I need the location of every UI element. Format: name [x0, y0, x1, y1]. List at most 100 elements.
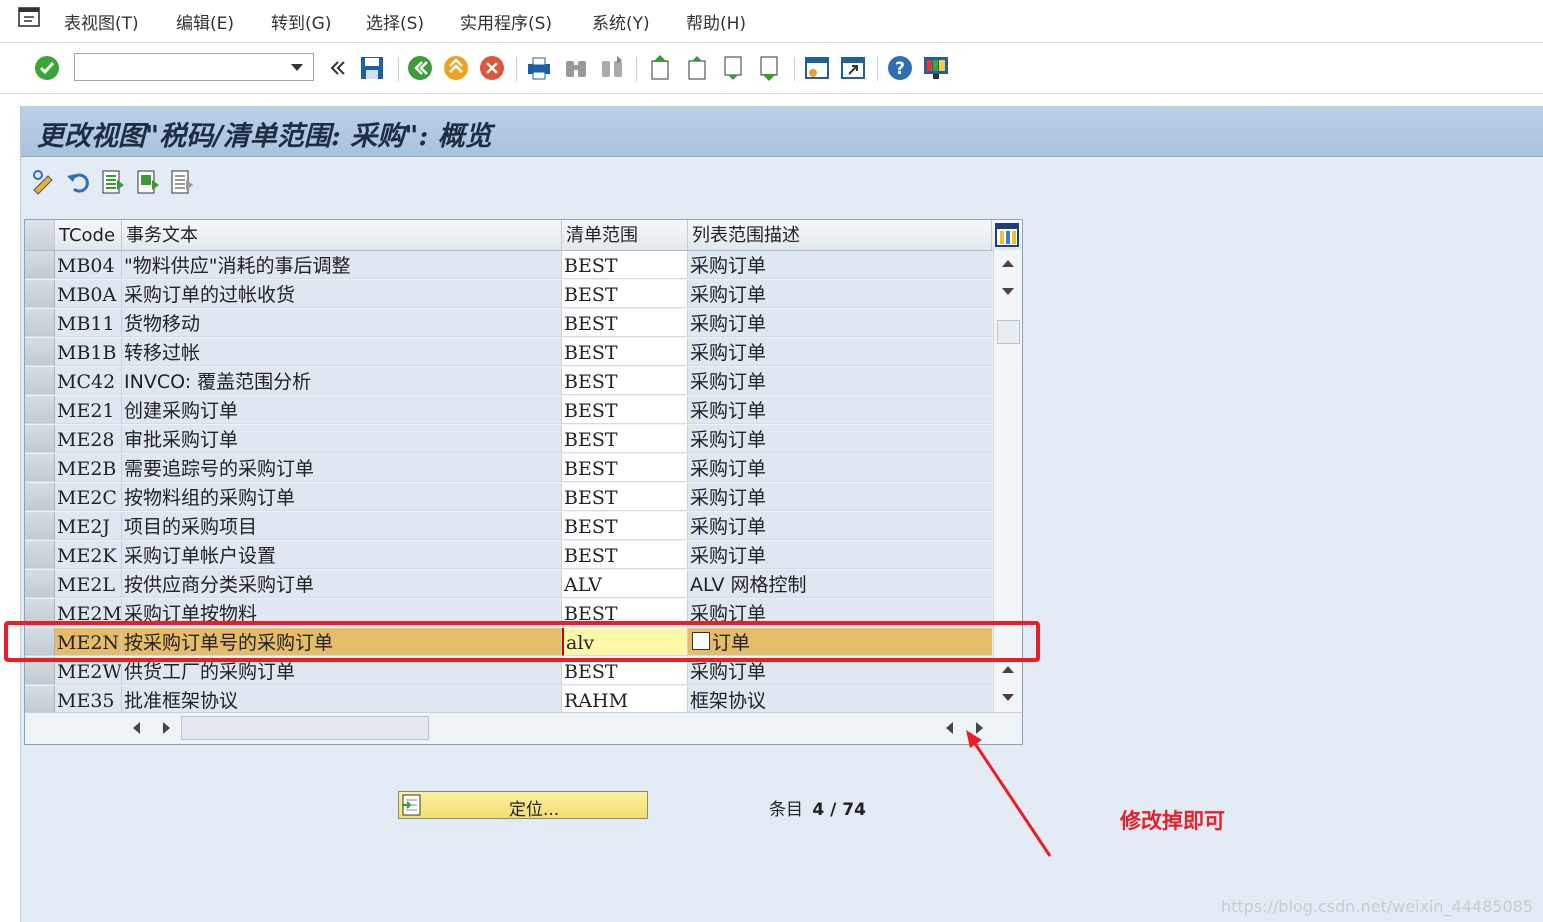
menu-help[interactable]: 帮助(H): [686, 9, 746, 34]
cell-tcode: ME2L: [55, 570, 122, 598]
menu-selection[interactable]: 选择(S): [366, 9, 424, 34]
row-selector[interactable]: [25, 512, 55, 540]
position-button[interactable]: 定位...: [398, 791, 648, 820]
scroll-page-up-icon[interactable]: [1002, 666, 1014, 673]
command-field[interactable]: [74, 53, 314, 81]
svg-text:?: ?: [895, 59, 905, 79]
cell-text: "物料供应"消耗的事后调整: [122, 251, 562, 279]
row-selector[interactable]: [25, 280, 55, 308]
shortcut-icon[interactable]: [838, 53, 868, 83]
cell-scope-input[interactable]: BEST: [562, 367, 688, 395]
cancel-icon[interactable]: [477, 53, 507, 83]
help-icon[interactable]: ?: [885, 53, 915, 83]
cell-scope-input[interactable]: BEST: [562, 338, 688, 366]
find-icon[interactable]: [561, 53, 591, 83]
cell-text: 采购订单的过帐收货: [122, 280, 562, 308]
cell-text: 创建采购订单: [122, 396, 562, 424]
cell-scope-input[interactable]: BEST: [562, 309, 688, 337]
system-menu-icon[interactable]: [18, 6, 44, 28]
cell-scope-input[interactable]: BEST: [562, 541, 688, 569]
table-row[interactable]: ME2L 按供应商分类采购订单 ALV ALV 网格控制: [25, 570, 992, 599]
entry-label: 条目: [769, 800, 803, 820]
horizontal-scroll-thumb[interactable]: [181, 716, 429, 740]
cell-text: 按物料组的采购订单: [122, 483, 562, 511]
back-green-icon[interactable]: [405, 53, 435, 83]
menu-edit[interactable]: 编辑(E): [176, 9, 234, 34]
menu-system[interactable]: 系统(Y): [592, 9, 650, 34]
scroll-down-icon[interactable]: [1002, 288, 1014, 295]
deselect-all-icon[interactable]: [168, 168, 196, 196]
row-selector[interactable]: [25, 686, 55, 714]
row-selector[interactable]: [25, 541, 55, 569]
cell-scope-input[interactable]: RAHM: [562, 686, 688, 714]
table-row[interactable]: MB1B 转移过帐 BEST 采购订单: [25, 338, 992, 367]
chevron-down-icon[interactable]: [291, 64, 303, 71]
annotation-highlight-box: [4, 621, 1040, 662]
table-row[interactable]: ME21 创建采购订单 BEST 采购订单: [25, 396, 992, 425]
table-row[interactable]: ME2B 需要追踪号的采购订单 BEST 采购订单: [25, 454, 992, 483]
row-selector[interactable]: [25, 251, 55, 279]
table-row[interactable]: ME2C 按物料组的采购订单 BEST 采购订单: [25, 483, 992, 512]
menu-table-view[interactable]: 表视图(T): [64, 9, 139, 34]
display-change-icon[interactable]: [31, 168, 59, 196]
next-page-icon[interactable]: [718, 53, 748, 83]
scroll-left-end-icon[interactable]: [946, 722, 953, 734]
horizontal-scrollbar[interactable]: [25, 712, 1022, 743]
row-selector[interactable]: [25, 396, 55, 424]
row-selector[interactable]: [25, 338, 55, 366]
menu-utilities[interactable]: 实用程序(S): [460, 9, 552, 34]
table-row[interactable]: MB0A 采购订单的过帐收货 BEST 采购订单: [25, 280, 992, 309]
scroll-thumb[interactable]: [997, 320, 1020, 344]
cell-desc-text: 采购订单: [690, 255, 767, 277]
cell-scope-input[interactable]: BEST: [562, 425, 688, 453]
row-selector[interactable]: [25, 454, 55, 482]
create-session-icon[interactable]: [802, 53, 832, 83]
cell-scope-input[interactable]: BEST: [562, 280, 688, 308]
cell-scope-input[interactable]: BEST: [562, 512, 688, 540]
table-row[interactable]: MC42 INVCO: 覆盖范围分析 BEST 采购订单: [25, 367, 992, 396]
menu-goto[interactable]: 转到(G): [271, 9, 331, 34]
cell-scope-input[interactable]: BEST: [562, 483, 688, 511]
last-page-icon[interactable]: [754, 53, 784, 83]
scroll-up-icon[interactable]: [1002, 260, 1014, 267]
column-header-desc[interactable]: 列表范围描述: [688, 220, 992, 250]
save-icon[interactable]: [357, 53, 387, 83]
table-row[interactable]: ME2J 项目的采购项目 BEST 采购订单: [25, 512, 992, 541]
cell-scope-input[interactable]: ALV: [562, 570, 688, 598]
table-settings-icon[interactable]: [994, 222, 1020, 248]
prev-page-icon[interactable]: [682, 53, 712, 83]
cell-desc-text: 采购订单: [690, 429, 767, 451]
cell-scope-input[interactable]: BEST: [562, 454, 688, 482]
row-selector[interactable]: [25, 425, 55, 453]
select-all-icon[interactable]: [99, 168, 127, 196]
table-row[interactable]: ME2K 采购订单帐户设置 BEST 采购订单: [25, 541, 992, 570]
exit-icon[interactable]: [441, 53, 471, 83]
table-row[interactable]: MB04 "物料供应"消耗的事后调整 BEST 采购订单: [25, 251, 992, 280]
scroll-right-icon[interactable]: [163, 722, 170, 734]
select-all-column-header[interactable]: [25, 220, 55, 250]
print-icon[interactable]: [524, 53, 554, 83]
undo-icon[interactable]: [65, 168, 93, 196]
column-header-tcode[interactable]: TCode: [55, 220, 122, 250]
position-button-label: 定位...: [509, 800, 560, 820]
cell-scope-input[interactable]: BEST: [562, 396, 688, 424]
column-header-scope[interactable]: 清单范围: [562, 220, 688, 250]
select-block-icon[interactable]: [134, 168, 162, 196]
back-icon[interactable]: [322, 53, 352, 83]
cell-scope-input[interactable]: BEST: [562, 251, 688, 279]
scroll-page-down-icon[interactable]: [1002, 694, 1014, 701]
first-page-icon[interactable]: [645, 53, 675, 83]
row-selector[interactable]: [25, 367, 55, 395]
customize-layout-icon[interactable]: [921, 53, 951, 83]
row-selector[interactable]: [25, 483, 55, 511]
find-next-icon[interactable]: [597, 53, 627, 83]
table-row[interactable]: ME28 审批采购订单 BEST 采购订单: [25, 425, 992, 454]
column-header-text[interactable]: 事务文本: [122, 220, 562, 250]
table-row[interactable]: MB11 货物移动 BEST 采购订单: [25, 309, 992, 338]
enter-icon[interactable]: [32, 53, 62, 83]
cell-text: 批准框架协议: [122, 686, 562, 714]
row-selector[interactable]: [25, 309, 55, 337]
scroll-left-icon[interactable]: [133, 722, 140, 734]
row-selector[interactable]: [25, 570, 55, 598]
table-row[interactable]: ME35 批准框架协议 RAHM 框架协议: [25, 686, 992, 715]
